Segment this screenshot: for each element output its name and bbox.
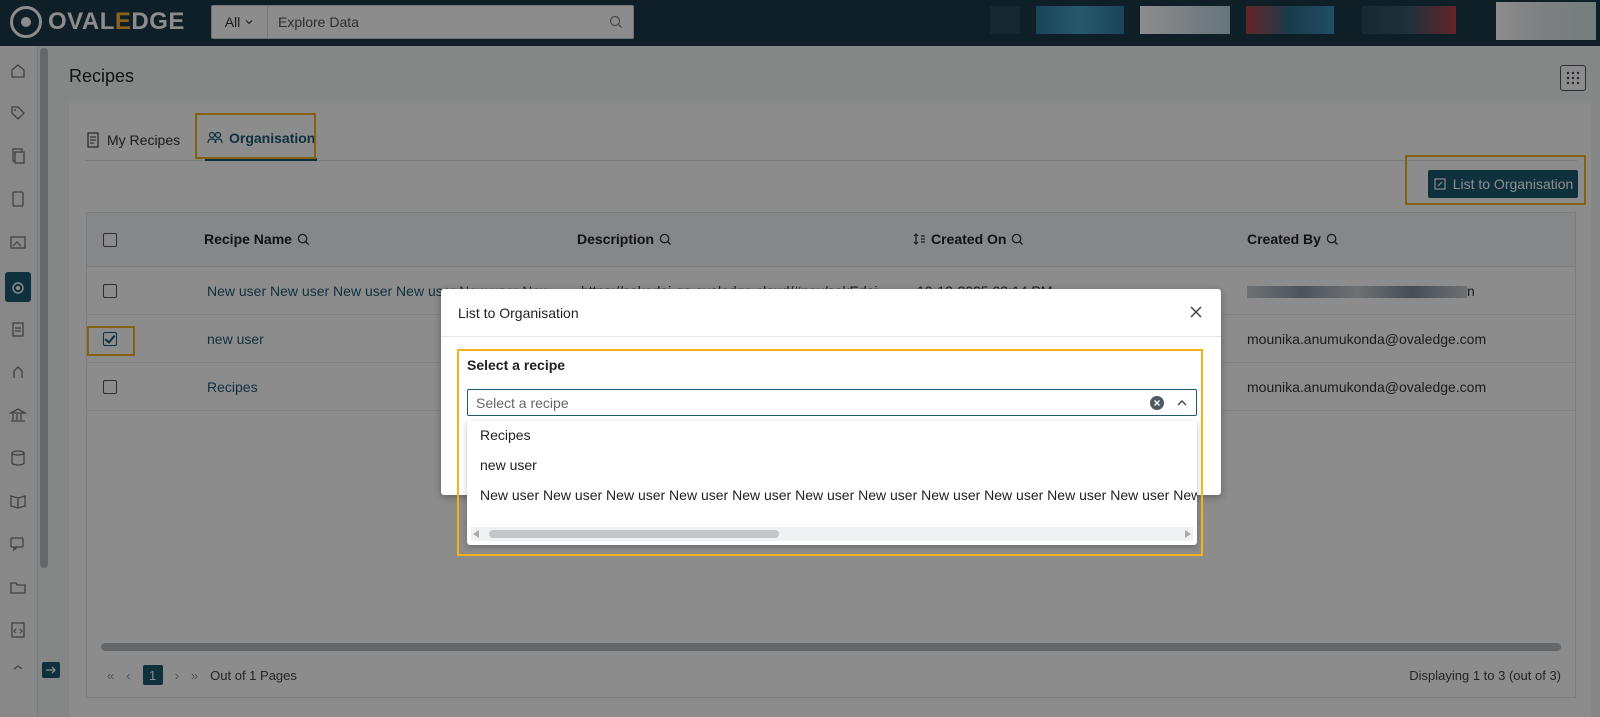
select-recipe-highlight <box>457 349 1203 556</box>
close-icon[interactable] <box>1187 303 1205 321</box>
modal-title: List to Organisation <box>441 289 1221 337</box>
